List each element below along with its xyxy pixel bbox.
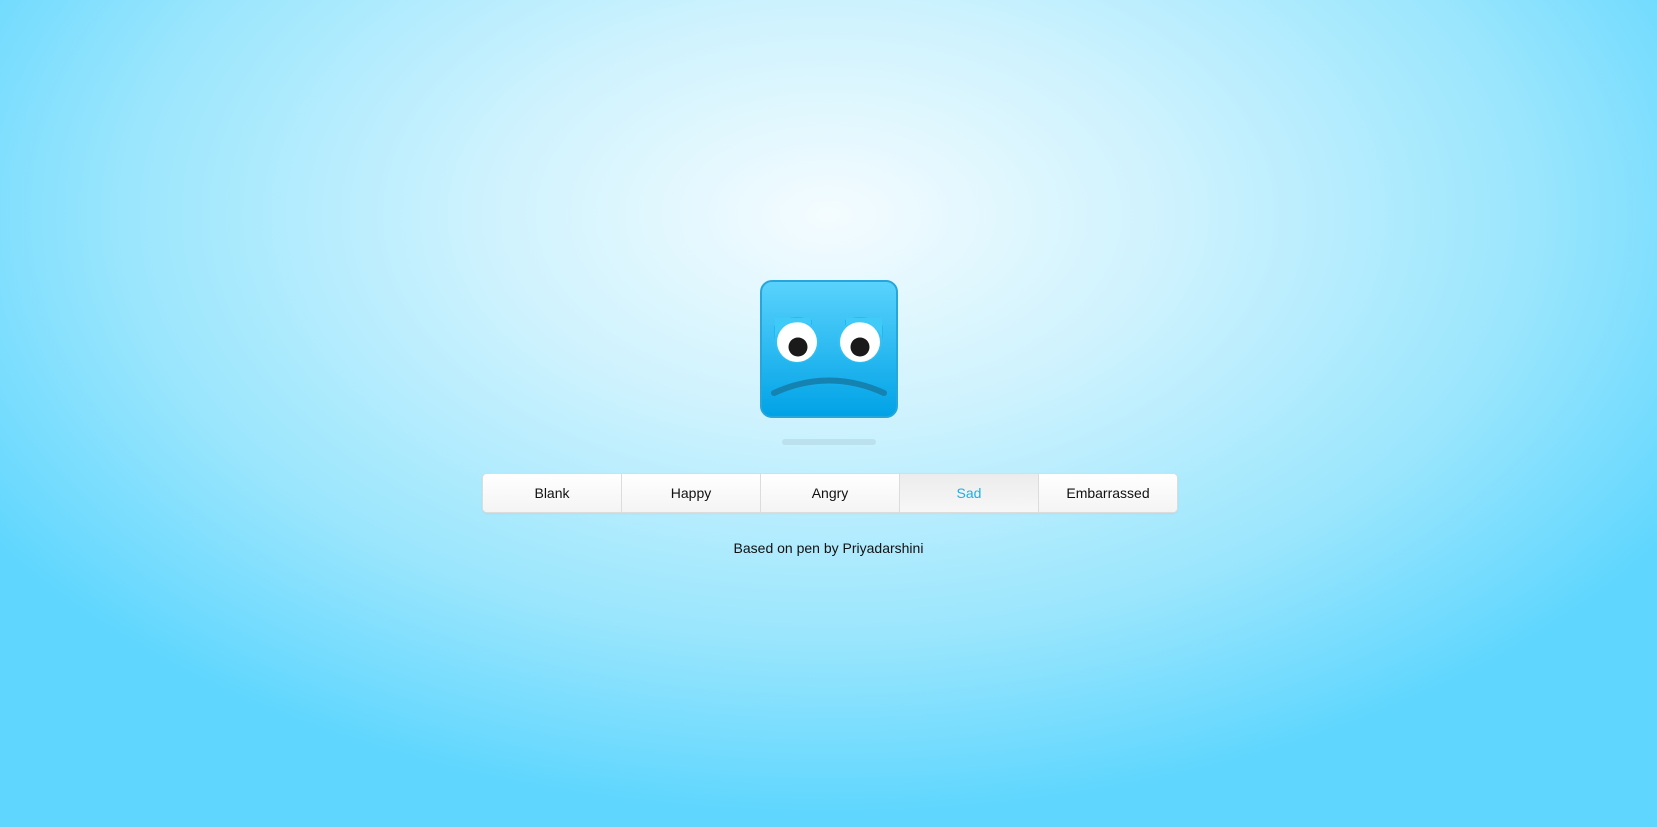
left-pupil — [788, 337, 808, 357]
mood-selector: Blank Happy Angry Sad Embarrassed — [482, 473, 1178, 513]
mood-button-happy[interactable]: Happy — [622, 474, 761, 512]
face-shadow — [782, 439, 876, 445]
mood-button-angry[interactable]: Angry — [761, 474, 900, 512]
right-pupil — [850, 337, 870, 357]
stage: Blank Happy Angry Sad Embarrassed Based … — [0, 0, 1657, 827]
mood-button-sad[interactable]: Sad — [900, 474, 1039, 512]
mood-button-blank[interactable]: Blank — [483, 474, 622, 512]
face-graphic — [760, 280, 898, 418]
sad-face-icon — [760, 280, 898, 418]
credit-text: Based on pen by Priyadarshini — [733, 540, 924, 556]
mood-button-embarrassed[interactable]: Embarrassed — [1039, 474, 1177, 512]
